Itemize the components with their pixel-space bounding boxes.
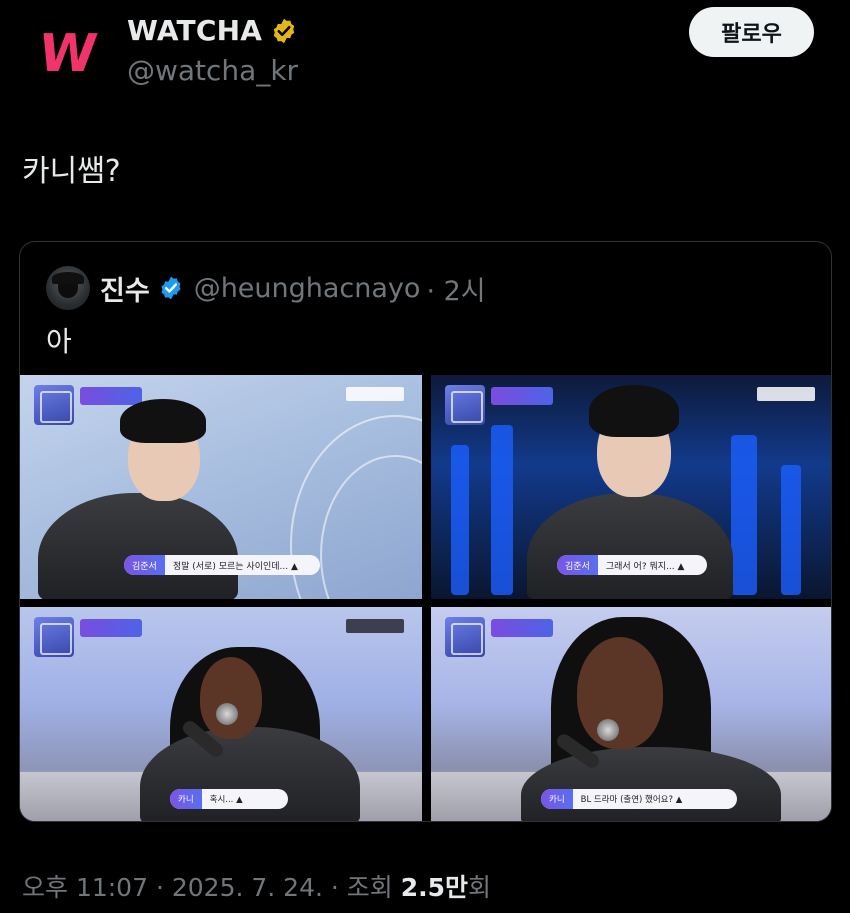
broadcaster-logo [346, 387, 404, 401]
media-grid: 김준서 정말 (서로) 모르는 사이인데... ▲ 김준서 그래서 어? 뭐지.… [20, 375, 831, 821]
quoted-author-name[interactable]: 진수 [100, 269, 150, 308]
author-handle[interactable]: @watcha_kr [127, 54, 298, 87]
post-time[interactable]: 오후 11:07 [22, 873, 148, 902]
episode-tag [80, 387, 142, 405]
media-frame-3[interactable]: 카니 혹시... ▲ [20, 607, 422, 821]
caption-speaker: 김준서 [124, 555, 165, 575]
views-suffix: 회 [468, 873, 492, 902]
episode-tag [80, 619, 142, 637]
quoted-author-avatar[interactable] [46, 266, 90, 310]
episode-tag [491, 619, 553, 637]
person-head [200, 657, 262, 739]
media-frame-1[interactable]: 김준서 정말 (서로) 모르는 사이인데... ▲ [20, 375, 422, 599]
stage-light [451, 445, 469, 595]
post-date[interactable]: · 2025. 7. 24. [156, 873, 323, 902]
episode-tag [491, 387, 553, 405]
caption-bar: 카니 BL 드라마 (출연) 했어요? ▲ [541, 789, 737, 809]
media-frame-2[interactable]: 김준서 그래서 어? 뭐지... ▲ [431, 375, 831, 599]
follow-button[interactable]: 팔로우 [689, 7, 814, 57]
tweet-metadata: 오후 11:07 · 2025. 7. 24. · 조회 2.5만회 [22, 868, 491, 904]
author-name-row: WATCHA [127, 14, 298, 47]
microphone-head [597, 719, 619, 741]
caption-text: 혹시... ▲ [209, 795, 243, 805]
show-logo [34, 617, 74, 657]
stage-light [491, 425, 513, 595]
quoted-tweet-header: 진수 @heunghacnayo · 2시 [46, 266, 486, 310]
caption-bar: 카니 혹시... ▲ [170, 789, 288, 809]
author-avatar-letter: W [34, 24, 98, 84]
tweet-text: 카니쌤? [22, 154, 121, 189]
caption-text: 그래서 어? 뭐지... ▲ [605, 561, 685, 572]
show-logo [445, 385, 485, 425]
author-avatar[interactable]: W [34, 24, 98, 84]
show-logo [34, 385, 74, 425]
caption-text: BL 드라마 (출연) 했어요? ▲ [580, 795, 683, 805]
quoted-text: 아 [46, 325, 72, 358]
quoted-tweet[interactable]: 진수 @heunghacnayo · 2시 아 김준서 정말 (서로) 모르는 … [19, 241, 832, 822]
person-hair [589, 385, 679, 437]
media-frame-4[interactable]: 카니 BL 드라마 (출연) 했어요? ▲ [431, 607, 831, 821]
quoted-time[interactable]: · 2시 [426, 269, 485, 308]
tweet-header: W WATCHA @watcha_kr 팔로우 [0, 0, 850, 110]
caption-bar: 김준서 그래서 어? 뭐지... ▲ [557, 555, 707, 575]
person-body [38, 493, 238, 599]
stage-light [731, 435, 757, 595]
show-logo [445, 617, 485, 657]
verified-blue-badge-icon [161, 276, 181, 300]
person-head [577, 637, 663, 749]
caption-speaker: 김준서 [557, 555, 598, 575]
author-display-name[interactable]: WATCHA [127, 14, 262, 47]
caption-speaker: 카니 [170, 789, 202, 809]
stage-light [781, 465, 801, 595]
caption-bar: 김준서 정말 (서로) 모르는 사이인데... ▲ [124, 555, 320, 575]
caption-text: 정말 (서로) 모르는 사이인데... ▲ [172, 561, 298, 572]
quoted-author-handle[interactable]: @heunghacnayo [194, 273, 421, 304]
views-count: 2.5만 [400, 873, 469, 902]
views-prefix: · 조회 [330, 873, 393, 902]
broadcaster-logo [346, 619, 404, 633]
person-hair [120, 399, 206, 443]
microphone-head [216, 703, 238, 725]
caption-speaker: 카니 [541, 789, 573, 809]
person-body [527, 493, 733, 599]
verified-gold-badge-icon [273, 18, 295, 43]
broadcaster-logo [757, 387, 815, 401]
